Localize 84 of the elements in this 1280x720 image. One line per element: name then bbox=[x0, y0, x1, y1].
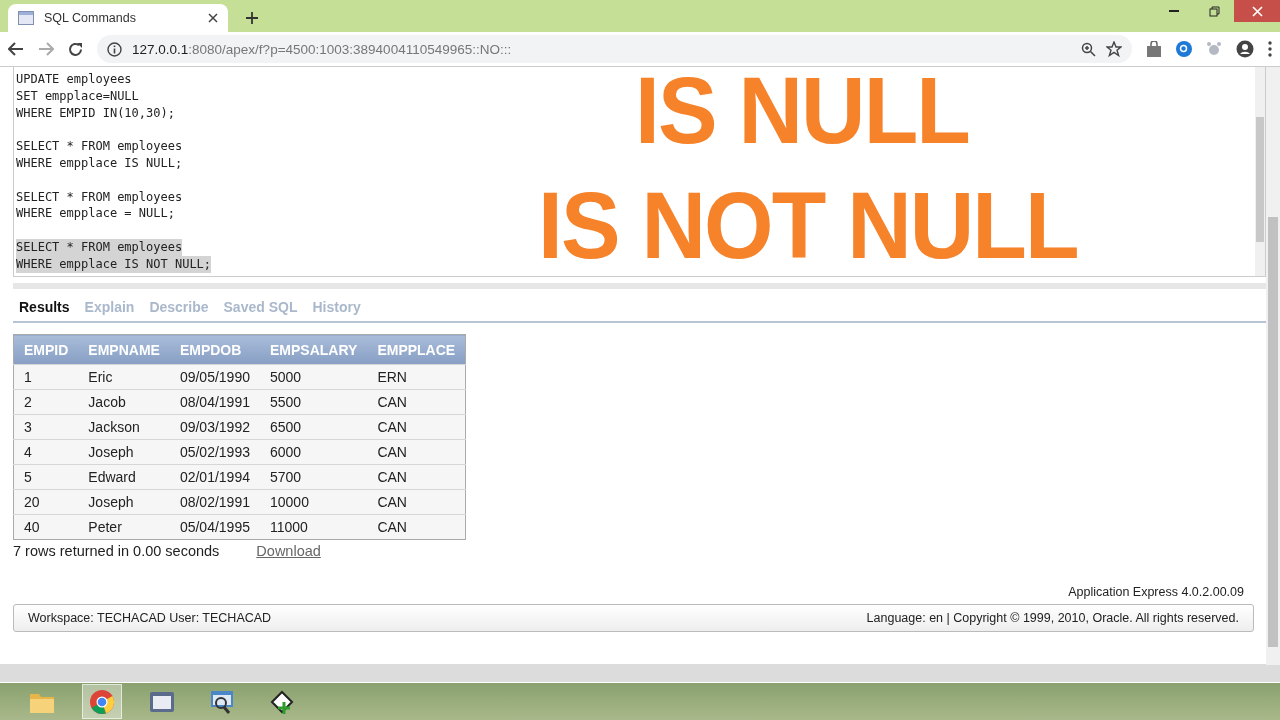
info-icon bbox=[107, 41, 122, 57]
table-cell: 5500 bbox=[260, 389, 368, 415]
overlay-title: IS NOT NULL bbox=[538, 172, 1078, 280]
scrollbar-thumb[interactable] bbox=[1256, 117, 1264, 242]
table-cell: 3 bbox=[13, 414, 79, 440]
results-tab[interactable]: Results bbox=[19, 299, 70, 315]
url-text: 127.0.0.1:8080/apex/f?p=4500:1003:3894004110549965::NO::: bbox=[132, 41, 513, 57]
table-cell: CAN bbox=[367, 514, 466, 540]
table-cell: 08/02/1991 bbox=[169, 489, 260, 515]
table-cell: CAN bbox=[367, 414, 466, 440]
table-cell: 10000 bbox=[260, 489, 368, 515]
table-cell: 2 bbox=[13, 389, 79, 415]
table-cell: 11000 bbox=[260, 514, 368, 540]
table-cell: 4 bbox=[13, 439, 79, 465]
copyright-text: Language: en | Copyright © 1999, 2010, Oracle. All rights reserved. bbox=[866, 611, 1239, 625]
window-icon bbox=[149, 689, 175, 714]
column-header: EMPSALARY bbox=[260, 334, 368, 365]
table-cell: 5000 bbox=[260, 364, 368, 390]
table-cell: 6500 bbox=[260, 414, 368, 440]
code-line: SELECT * FROM employees bbox=[16, 138, 183, 155]
search-extension-icon[interactable] bbox=[1176, 41, 1192, 57]
code-line: WHERE EMPID IN(10,30); bbox=[16, 104, 175, 122]
address-bar[interactable]: 127.0.0.1:8080/apex/f?p=4500:1003:3894004110549965::NO::: bbox=[97, 35, 1132, 63]
table-cell: Peter bbox=[78, 514, 170, 540]
menu-icon[interactable] bbox=[1268, 41, 1272, 57]
table-cell: Eric bbox=[78, 364, 170, 390]
tab-title: SQL Commands bbox=[44, 11, 137, 25]
browser-tab[interactable]: SQL Commands bbox=[8, 4, 228, 32]
table-cell: 09/03/1992 bbox=[169, 414, 260, 440]
sql-editor[interactable] bbox=[13, 67, 1266, 277]
reload-icon bbox=[68, 41, 83, 57]
table-cell: ERN bbox=[367, 364, 466, 390]
table-cell: 20 bbox=[13, 489, 79, 515]
magnifier-icon bbox=[209, 688, 235, 715]
minimize-icon bbox=[1169, 10, 1179, 12]
table-cell: Jackson bbox=[78, 414, 170, 440]
table-cell: Edward bbox=[78, 464, 170, 490]
reload-button[interactable] bbox=[68, 41, 83, 57]
page-icon bbox=[18, 11, 34, 25]
table-cell: CAN bbox=[367, 389, 466, 415]
back-button[interactable] bbox=[8, 42, 24, 56]
table-cell: 05/04/1995 bbox=[169, 514, 260, 540]
star-icon[interactable] bbox=[1106, 41, 1122, 57]
table-cell: 6000 bbox=[260, 439, 368, 465]
table-cell: 5 bbox=[13, 464, 79, 490]
forward-arrow-icon bbox=[38, 42, 54, 56]
horizontal-scrollbar[interactable] bbox=[0, 664, 1280, 682]
restore-icon bbox=[1208, 5, 1220, 17]
close-icon[interactable] bbox=[208, 13, 218, 23]
plus-icon bbox=[246, 12, 258, 24]
table-cell: CAN bbox=[367, 439, 466, 465]
shopping-bag-icon[interactable] bbox=[1146, 41, 1162, 57]
column-header: EMPID bbox=[13, 334, 79, 365]
table-cell: 09/05/1990 bbox=[169, 364, 260, 390]
table-cell: CAN bbox=[367, 464, 466, 490]
code-line: SELECT * FROM employees bbox=[16, 188, 183, 206]
table-cell: 05/02/1993 bbox=[169, 439, 260, 465]
code-line: WHERE empplace = NULL; bbox=[16, 205, 175, 223]
code-line: UPDATE employees bbox=[16, 71, 132, 88]
close-window-button[interactable] bbox=[1234, 0, 1280, 22]
back-arrow-icon bbox=[8, 42, 24, 56]
chrome-icon bbox=[89, 688, 115, 715]
download-link[interactable]: Download bbox=[256, 543, 321, 559]
table-cell: Joseph bbox=[78, 439, 170, 465]
table-cell: 08/04/1991 bbox=[169, 389, 260, 415]
version-text: Application Express 4.0.2.00.09 bbox=[1067, 585, 1244, 599]
column-header: EMPNAME bbox=[78, 334, 170, 365]
table-cell: 40 bbox=[13, 514, 79, 540]
result-summary: 7 rows returned in 0.00 seconds bbox=[13, 543, 220, 559]
table-cell: 02/01/1994 bbox=[169, 464, 260, 490]
zoom-icon[interactable] bbox=[1081, 41, 1096, 57]
close-icon bbox=[1251, 5, 1263, 17]
table-cell: 1 bbox=[13, 364, 79, 390]
table-cell: Jacob bbox=[78, 389, 170, 415]
column-header: EMPDOB bbox=[169, 334, 260, 365]
scrollbar-thumb[interactable] bbox=[1268, 217, 1278, 647]
workspace-text: Workspace: TECHACAD User: TECHACAD bbox=[28, 611, 272, 625]
code-line: SET empplace=NULL bbox=[16, 87, 139, 105]
code-line: WHERE empplace IS NULL; bbox=[16, 155, 183, 172]
table-cell: Joseph bbox=[78, 489, 170, 515]
table-cell: CAN bbox=[367, 489, 466, 515]
column-header: EMPPLACE bbox=[367, 334, 466, 365]
table-cell: 5700 bbox=[260, 464, 368, 490]
profile-icon[interactable] bbox=[1236, 40, 1254, 58]
